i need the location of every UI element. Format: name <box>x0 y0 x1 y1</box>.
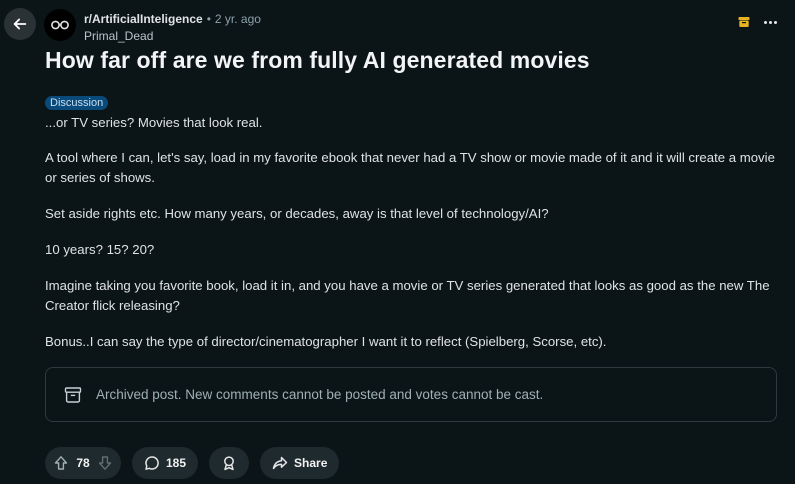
comment-count: 185 <box>166 456 187 470</box>
archived-notice: Archived post. New comments cannot be po… <box>45 367 777 422</box>
award-icon <box>224 456 234 471</box>
post-actions: 78 185 Share <box>45 447 340 479</box>
subreddit-avatar[interactable] <box>44 9 76 41</box>
downvote-arrow-icon[interactable] <box>97 455 113 471</box>
post-toolbar <box>738 16 777 28</box>
post-title: How far off are we from fully AI generat… <box>45 47 590 73</box>
award-button[interactable] <box>209 447 250 479</box>
meta-separator: • <box>206 12 211 26</box>
post-paragraph: ...or TV series? Movies that look real. <box>45 115 263 130</box>
subreddit-link[interactable]: r/ArtificialInteligence <box>84 11 203 27</box>
post-meta: r/ArtificialInteligence • 2 yr. ago Prim… <box>84 11 261 44</box>
post-paragraph: Bonus..I can say the type of director/ci… <box>45 334 607 349</box>
author-link[interactable]: Primal_Dead <box>84 28 261 44</box>
share-label: Share <box>294 456 328 470</box>
archive-icon <box>738 17 750 27</box>
upvote-arrow-icon[interactable] <box>53 455 69 471</box>
glasses-icon <box>51 20 69 30</box>
more-horizontal-icon[interactable] <box>764 20 777 24</box>
archive-icon <box>64 386 82 403</box>
post-paragraph: Imagine taking you favorite book, load i… <box>45 278 770 313</box>
post-age: 2 yr. ago <box>214 12 261 26</box>
back-button[interactable] <box>4 8 36 40</box>
archived-notice-text: Archived post. New comments cannot be po… <box>96 387 544 402</box>
post-paragraph: 10 years? 15? 20? <box>45 242 155 257</box>
comment-bubble-icon <box>145 456 159 470</box>
post-body: ...or TV series? Movies that look real. … <box>45 113 775 368</box>
post-paragraph: Set aside rights etc. How many years, or… <box>45 206 549 221</box>
post-flair[interactable]: Discussion <box>45 96 109 110</box>
share-button[interactable]: Share <box>260 447 340 479</box>
vote-control: 78 <box>45 447 121 479</box>
arrow-left-icon <box>13 18 27 30</box>
vote-count: 78 <box>76 456 90 470</box>
comments-button[interactable]: 185 <box>132 447 199 479</box>
post-paragraph: A tool where I can, let's say, load in m… <box>45 150 775 185</box>
share-arrow-icon <box>272 456 288 470</box>
